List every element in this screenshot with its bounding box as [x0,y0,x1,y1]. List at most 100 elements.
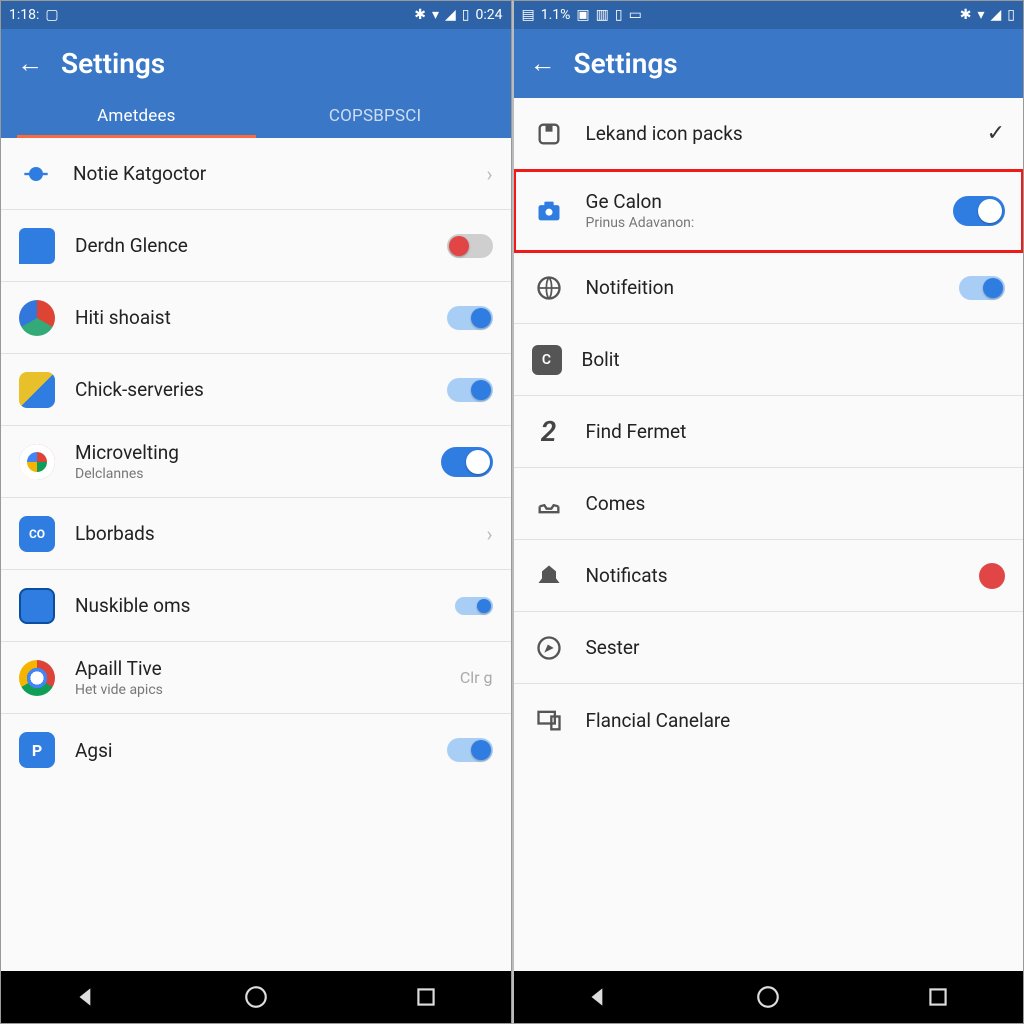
battery-icon: ▯ [462,7,470,23]
nav-recent-icon[interactable] [409,980,443,1014]
list-item-highlighted[interactable]: Ge CalonPrinus Adavanon: [514,170,1024,252]
list-item[interactable]: Comes [514,468,1024,540]
list-item[interactable]: Derdn Glence [1,210,511,282]
app-icon [19,157,53,191]
app-icon [19,228,55,264]
chevron-right-icon: › [486,162,492,186]
list-item[interactable]: Notificats [514,540,1024,612]
toggle[interactable] [447,738,493,762]
item-end-text: Clr g [460,668,493,687]
tab-copsbpsci[interactable]: COPSBPSCI [256,96,495,138]
item-label: Notificats [586,564,960,587]
camera-icon [532,194,566,228]
item-label: Hiti shoaist [75,306,427,329]
devices-icon [532,703,566,737]
nav-home-icon[interactable] [239,980,273,1014]
list-item[interactable]: CO Lborbads › [1,498,511,570]
item-label: Derdn Glence [75,234,427,257]
chrome-icon [19,660,55,696]
page-title: Settings [574,47,678,80]
toggle[interactable] [455,597,493,615]
list-item[interactable]: Microvelting Delclannes [1,426,511,498]
nav-bar [1,971,511,1023]
status-bar: 1:18: ▢ ✱ ▾ ◢ ▯ 0:24 [1,1,511,29]
app-icon: CO [19,516,55,552]
item-sub: Delclannes [75,466,421,482]
toggle[interactable] [447,234,493,258]
letter-c-icon: C [532,345,562,375]
toggle[interactable] [953,196,1005,226]
number-2-icon: 2 [532,415,566,449]
list-item[interactable]: Nuskible oms [1,570,511,642]
list-item[interactable]: Sester [514,612,1024,684]
wifi-icon: ▾ [432,7,439,23]
list-item[interactable]: Hiti shoaist [1,282,511,354]
list-item[interactable]: Notifeition [514,252,1024,324]
asterisk-icon: ✱ [960,7,972,23]
status-icon: ▥ [596,7,609,23]
item-label: Lborbads [75,522,466,545]
nav-recent-icon[interactable] [921,980,955,1014]
list-item[interactable]: C Bolit [514,324,1024,396]
item-label: Comes [586,492,1006,515]
status-bar: ▤ 1.1% ▣ ▥ ▯ ▭ ✱ ▾ ◢ ▯ [514,1,1024,29]
back-icon[interactable]: ← [17,48,43,79]
app-icon [19,444,55,480]
bell-icon [532,559,566,593]
app-icon [19,372,55,408]
asterisk-icon: ✱ [414,7,426,23]
folder-icon: ▤ [522,7,535,23]
page-title: Settings [61,47,165,80]
item-label: Notifeition [586,276,940,299]
item-label: Agsi [75,739,427,762]
phone-right: ▤ 1.1% ▣ ▥ ▯ ▭ ✱ ▾ ◢ ▯ ← Settings Lekand… [512,0,1024,1024]
globe-icon [532,271,566,305]
list-item[interactable]: Apaill TiveHet vide apics Clr g [1,642,511,714]
nav-back-icon[interactable] [581,980,615,1014]
item-label: Apaill Tive [75,657,440,680]
nav-back-icon[interactable] [69,980,103,1014]
status-pct: 1.1% [541,7,571,23]
signal-icon: ◢ [445,7,456,23]
item-sub: Prinus Adavanon: [586,215,934,231]
package-icon [532,117,566,151]
signal-icon: ◢ [991,7,1002,23]
list-item[interactable]: Lekand icon packs ✓ [514,98,1024,170]
check-icon: ✓ [987,121,1005,146]
list-item[interactable]: 2 Find Fermet [514,396,1024,468]
status-icon: ▣ [576,7,589,23]
toggle[interactable] [447,378,493,402]
list-item[interactable]: Flancial Canelare [514,684,1024,756]
list-item[interactable]: Chick-serveries [1,354,511,426]
tabs: Ametdees COPSBPSCI [17,96,495,138]
status-icon: ▭ [629,7,642,23]
item-label: Flancial Canelare [586,709,1006,732]
item-label: Notie Katgoctor [73,162,466,185]
status-dot [979,563,1005,589]
settings-list: Notie Katgoctor › Derdn Glence Hiti shoa… [1,138,511,971]
image-icon: ▢ [45,7,58,23]
phone-left: 1:18: ▢ ✱ ▾ ◢ ▯ 0:24 ← Settings Ametdees… [0,0,512,1024]
item-label: Microvelting [75,441,421,464]
tab-ametdees[interactable]: Ametdees [17,96,256,138]
item-label: Find Fermet [586,420,1006,443]
toggle[interactable] [441,447,493,477]
toggle[interactable] [959,276,1005,300]
list-item[interactable]: Notie Katgoctor › [1,138,511,210]
battery-icon: ▯ [1007,7,1015,23]
item-label: Nuskible oms [75,594,435,617]
app-bar: ← Settings Ametdees COPSBPSCI [1,29,511,138]
status-icon: ▯ [615,7,623,23]
app-icon [19,588,55,624]
list-item[interactable]: P Agsi [1,714,511,786]
app-bar: ← Settings [514,29,1024,98]
settings-list: Lekand icon packs ✓ Ge CalonPrinus Adava… [514,98,1024,971]
back-icon[interactable]: ← [530,48,556,79]
wifi-icon: ▾ [977,7,984,23]
app-icon [19,300,55,336]
item-label: Bolit [582,348,1006,371]
nav-home-icon[interactable] [751,980,785,1014]
inbox-icon [532,487,566,521]
item-label: Lekand icon packs [586,122,967,145]
toggle[interactable] [447,306,493,330]
